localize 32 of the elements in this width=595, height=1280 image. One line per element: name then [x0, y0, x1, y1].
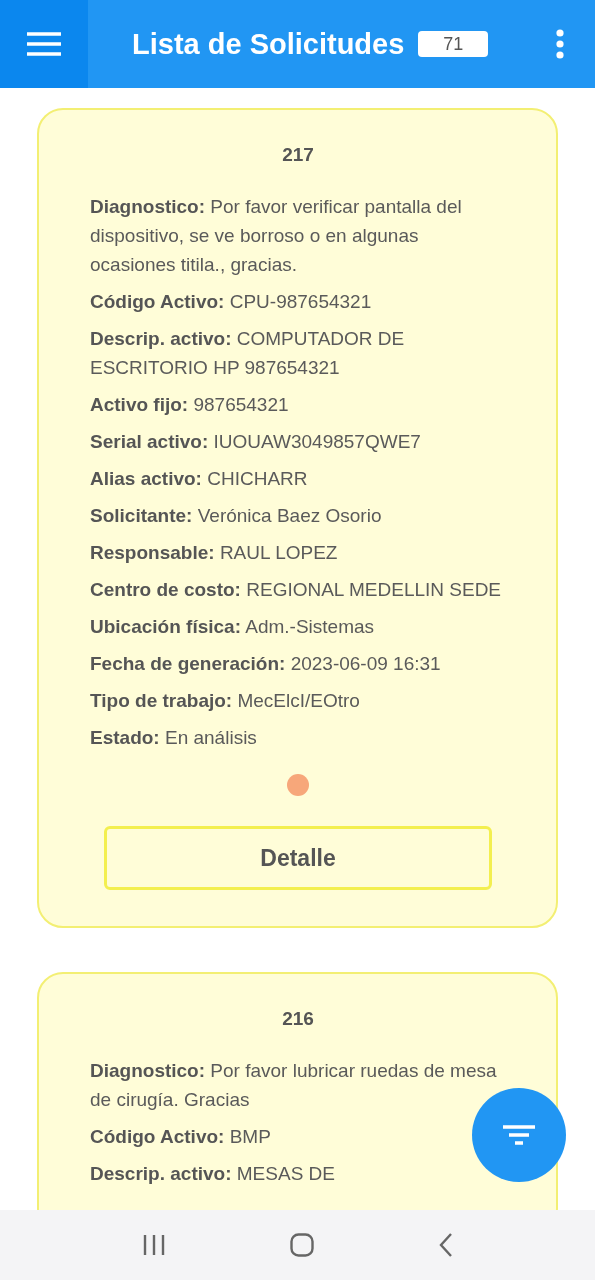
count-badge: 71 [418, 31, 489, 57]
field-text: Centro de costo: REGIONAL MEDELLIN SEDE [90, 578, 503, 602]
field-text: Serial activo: IUOUAW3049857QWE7 [90, 430, 422, 454]
request-number: 216 [281, 1008, 315, 1030]
field-text: Solicitante: Verónica Baez Osorio [90, 504, 383, 528]
field-text: Activo fijo: 987654321 [90, 393, 290, 417]
more-icon [555, 29, 565, 59]
field-text: Ubicación física: Adm.-Sistemas [90, 615, 376, 639]
back-icon [438, 1233, 453, 1257]
request-number: 217 [281, 144, 315, 166]
field-text: Estado: En análisis [90, 726, 258, 750]
menu-button[interactable] [0, 0, 88, 88]
page-title: Lista de Solicitudes [132, 27, 405, 61]
filter-icon [503, 1125, 535, 1145]
field-text: Tipo de trabajo: MecElcI/EOtro [90, 689, 361, 713]
detail-button[interactable]: Detalle [104, 826, 492, 890]
field-text: Diagnostico: Por favor lubricar ruedas de mesa de cirugía. Gracias [90, 1059, 498, 1112]
field-text: Diagnostico: Por favor verificar pantalla del dispositivo, se ve borroso o en algunas ocasiones titila., gracias. [90, 195, 463, 277]
more-button[interactable] [555, 29, 565, 59]
field-text: Descrip. activo: MESAS DE [90, 1162, 336, 1186]
field-text: Descrip. activo: COMPUTADOR DE ESCRITORIO HP 987654321 [90, 327, 406, 380]
field-text: Fecha de generación: 2023-06-09 16:31 [90, 652, 442, 676]
field-text: Código Activo: BMP [90, 1125, 272, 1149]
field-text: Alias activo: CHICHARR [90, 467, 309, 491]
back-button[interactable] [438, 1233, 453, 1257]
recents-icon [142, 1234, 165, 1256]
menu-icon [27, 32, 61, 56]
home-icon [289, 1233, 314, 1257]
home-button[interactable] [289, 1233, 314, 1257]
field-text: Responsable: RAUL LOPEZ [90, 541, 339, 565]
recents-button[interactable] [142, 1234, 165, 1256]
field-text: Código Activo: CPU-987654321 [90, 290, 373, 314]
